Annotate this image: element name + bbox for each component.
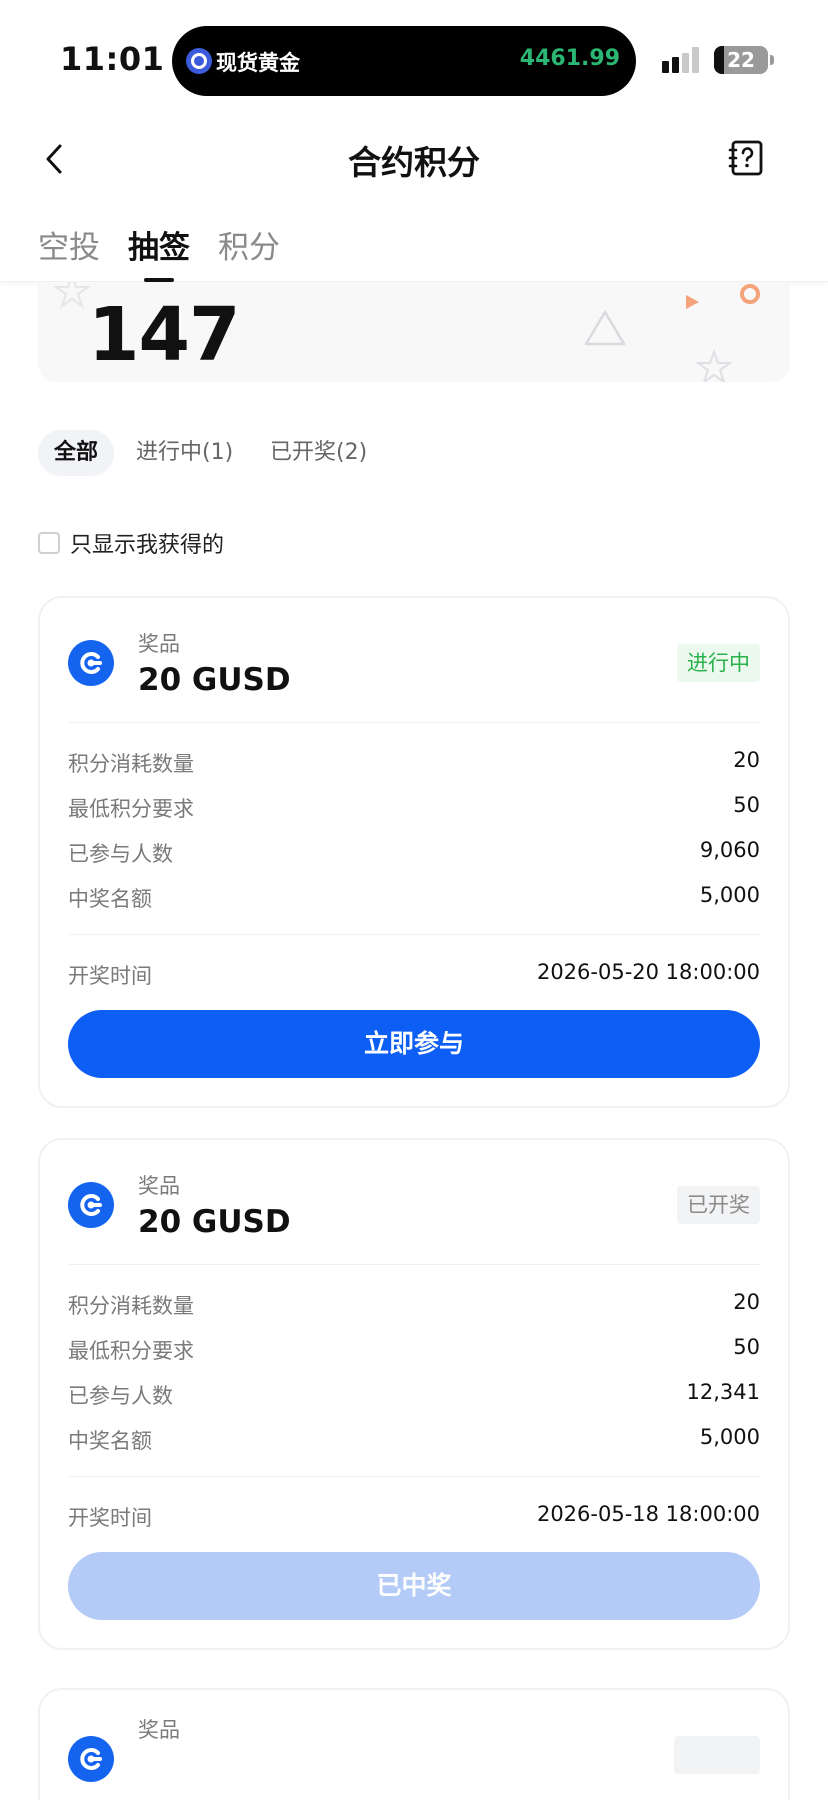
tab-points[interactable]: 积分 [218, 222, 280, 267]
draw-time-label: 开奖时间 [68, 1506, 152, 1530]
info-value: 9,060 [699, 838, 760, 862]
status-badge: 已开奖 [677, 1186, 760, 1224]
join-now-button[interactable]: 立即参与 [68, 1010, 760, 1078]
status-badge: 进行中 [677, 644, 760, 682]
points-summary-card: 147 [38, 282, 790, 382]
info-value: 5,000 [699, 1425, 760, 1449]
info-label: 积分消耗数量 [68, 1294, 194, 1318]
info-row: 最低积分要求 50 [68, 1335, 760, 1365]
prize-name: 20 GUSD [138, 1204, 291, 1240]
info-row: 已参与人数 9,060 [68, 838, 760, 868]
filter-all[interactable]: 全部 [38, 430, 115, 476]
play-decoration-icon [686, 295, 699, 309]
filter-in-progress[interactable]: 进行中(1) [136, 430, 233, 476]
signal-icon [662, 47, 702, 73]
island-app-icon [186, 48, 212, 74]
prize-card: 奖品 [38, 1688, 790, 1800]
draw-time-row: 开奖时间 2026-05-18 18:00:00 [68, 1502, 760, 1532]
island-asset-price: 4461.99 [519, 46, 620, 71]
info-label: 最低积分要求 [68, 797, 194, 821]
only-mine-toggle[interactable]: 只显示我获得的 [38, 528, 224, 558]
info-value: 50 [733, 1335, 760, 1359]
info-label: 已参与人数 [68, 842, 173, 866]
triangle-decoration-icon [584, 310, 626, 346]
draw-time-row: 开奖时间 2026-05-20 18:00:00 [68, 960, 760, 990]
draw-time-label: 开奖时间 [68, 964, 152, 988]
gusd-coin-icon [68, 1736, 114, 1782]
star-outline-decoration-icon [694, 349, 734, 382]
tab-lottery[interactable]: 抽签 [128, 222, 190, 267]
status-time: 11:01 [60, 40, 165, 78]
nav-bar: 合约积分 [0, 120, 828, 200]
draw-time-value: 2026-05-20 18:00:00 [536, 960, 760, 984]
info-label: 最低积分要求 [68, 1339, 194, 1363]
card-divider [68, 934, 760, 935]
info-value: 50 [733, 793, 760, 817]
ring-decoration-icon [740, 284, 760, 304]
draw-time-value: 2026-05-18 18:00:00 [536, 1502, 760, 1526]
info-label: 中奖名额 [68, 887, 152, 911]
info-row: 中奖名额 5,000 [68, 1425, 760, 1455]
help-book-icon[interactable] [728, 138, 766, 178]
status-bar: 11:01 现货黄金 4461.99 22 [0, 0, 828, 112]
tab-airdrop[interactable]: 空投 [38, 222, 100, 267]
prize-card: 奖品 20 GUSD 进行中 积分消耗数量 20 最低积分要求 50 已参与人数 9,… [38, 596, 790, 1108]
only-mine-label: 只显示我获得的 [70, 533, 225, 558]
gusd-coin-icon [68, 1182, 114, 1228]
page-title: 合约积分 [348, 143, 480, 182]
prize-label: 奖品 [138, 632, 180, 656]
prize-card: 奖品 20 GUSD 已开奖 积分消耗数量 20 最低积分要求 50 已参与人数 12… [38, 1138, 790, 1650]
info-label: 已参与人数 [68, 1384, 173, 1408]
dynamic-island[interactable]: 现货黄金 4461.99 [172, 26, 636, 96]
info-row: 中奖名额 5,000 [68, 883, 760, 913]
info-value: 5,000 [699, 883, 760, 907]
info-value: 20 [733, 1290, 760, 1314]
only-mine-checkbox[interactable] [38, 532, 60, 554]
island-asset-name: 现货黄金 [216, 51, 300, 75]
info-label: 积分消耗数量 [68, 752, 194, 776]
gusd-coin-icon [68, 640, 114, 686]
card-divider [68, 722, 760, 723]
points-value: 147 [88, 292, 240, 378]
battery-icon: 22 [714, 46, 768, 74]
card-divider [68, 1264, 760, 1265]
info-row: 积分消耗数量 20 [68, 748, 760, 778]
prize-label: 奖品 [138, 1174, 180, 1198]
battery-tip [770, 55, 774, 65]
info-row: 最低积分要求 50 [68, 793, 760, 823]
filter-drawn[interactable]: 已开奖(2) [270, 430, 367, 476]
info-value: 12,341 [686, 1380, 760, 1404]
info-row: 积分消耗数量 20 [68, 1290, 760, 1320]
prize-name: 20 GUSD [138, 662, 291, 698]
tab-bar: 空投 抽签 积分 [0, 208, 828, 282]
status-badge [674, 1736, 760, 1774]
star-decoration-icon [52, 282, 92, 309]
info-row: 已参与人数 12,341 [68, 1380, 760, 1410]
won-button[interactable]: 已中奖 [68, 1552, 760, 1620]
info-value: 20 [733, 748, 760, 772]
battery-level: 22 [727, 48, 755, 72]
prize-label: 奖品 [138, 1718, 180, 1742]
info-label: 中奖名额 [68, 1429, 152, 1453]
card-divider [68, 1476, 760, 1477]
